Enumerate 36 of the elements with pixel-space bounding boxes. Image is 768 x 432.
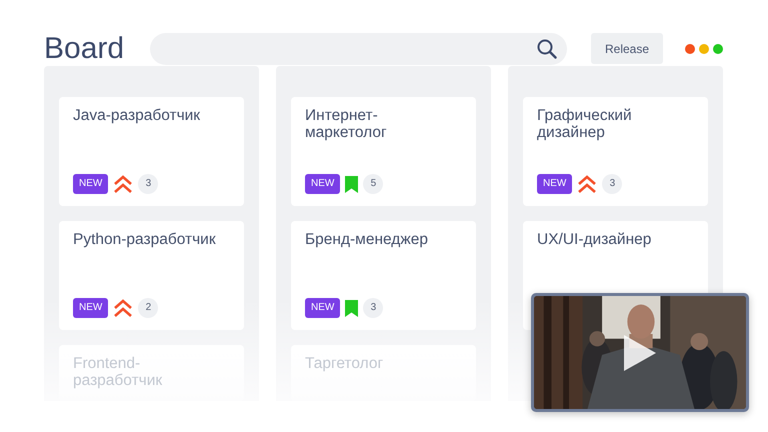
release-button[interactable]: Release	[591, 33, 663, 64]
job-card[interactable]: Бренд-менеджер NEW 3	[291, 221, 476, 330]
job-card[interactable]: Python-разработчик NEW 2	[59, 221, 244, 330]
window-dot[interactable]	[713, 44, 723, 54]
comment-count: 3	[138, 174, 158, 194]
card-title: Таргетолог	[305, 355, 384, 372]
new-tag: NEW	[537, 174, 572, 194]
job-card[interactable]: Java-разработчик NEW 3	[59, 97, 244, 206]
double-chevron-icon	[113, 298, 134, 318]
new-tag: NEW	[73, 174, 108, 194]
comment-count: 2	[138, 298, 158, 318]
comment-count: 3	[602, 174, 622, 194]
card-title: Интернет-маркетолог	[305, 107, 388, 142]
card-title: UX/UI-дизайнер	[537, 231, 652, 248]
new-tag: NEW	[305, 298, 340, 318]
card-title: Java-разработчик	[73, 107, 202, 124]
window-dot[interactable]	[699, 44, 709, 54]
new-tag: NEW	[305, 174, 340, 194]
comment-count: 5	[363, 174, 384, 194]
comment-count: 3	[363, 298, 384, 318]
window-dot[interactable]	[685, 44, 695, 54]
job-card[interactable]: Интернет-маркетолог NEW 5	[291, 97, 476, 206]
search-field[interactable]	[150, 32, 567, 64]
search-icon[interactable]	[537, 38, 557, 58]
card-title: Бренд-менеджер	[305, 231, 429, 248]
play-icon[interactable]	[624, 335, 656, 371]
bookmark-icon	[345, 176, 358, 192]
bookmark-icon	[345, 300, 358, 316]
new-tag: NEW	[73, 298, 108, 318]
board-title: Board	[44, 34, 126, 64]
card-title: Frontend-разработчик	[73, 355, 164, 390]
double-chevron-icon	[577, 174, 598, 194]
card-title: Графический дизайнер	[537, 107, 633, 142]
card-title: Python-разработчик	[73, 231, 217, 248]
double-chevron-icon	[113, 174, 134, 194]
job-card[interactable]: Графический дизайнер NEW 3	[523, 97, 708, 206]
